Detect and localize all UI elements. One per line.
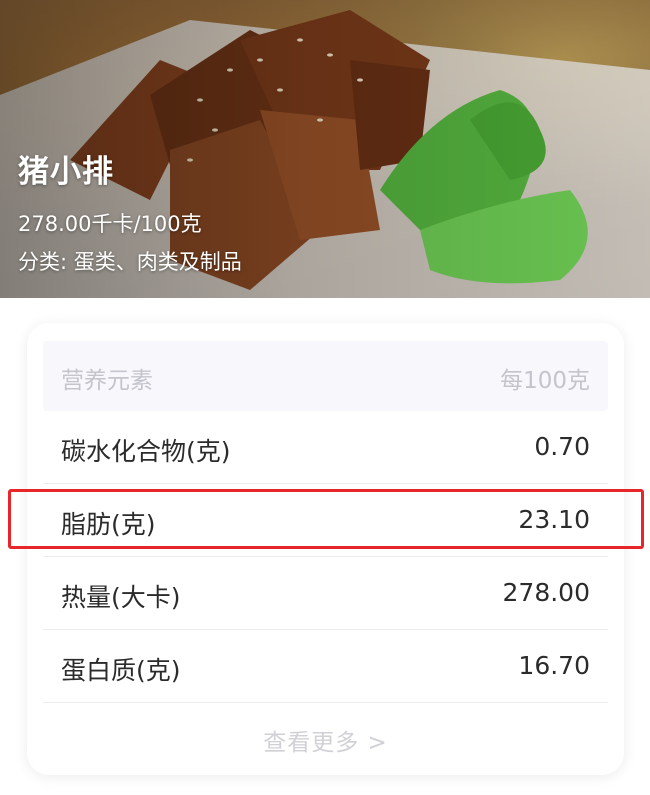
nutrient-value: 23.10 xyxy=(518,505,590,534)
nutrient-value: 278.00 xyxy=(502,578,590,607)
nutrient-label: 脂肪(克) xyxy=(61,510,156,539)
nutrient-label: 碳水化合物(克) xyxy=(61,437,231,466)
nutrient-row-protein: 蛋白质(克) 16.70 xyxy=(43,630,608,703)
header-per-100g-label: 每100克 xyxy=(500,368,590,394)
nutrient-row-fat: 脂肪(克) 23.10 xyxy=(43,484,608,557)
header-nutrient-label: 营养元素 xyxy=(61,368,153,394)
nutrition-table-rows: 碳水化合物(克) 0.70 脂肪(克) 23.10 热量(大卡) 278.00 … xyxy=(43,411,608,703)
nutrition-table-header: 营养元素 每100克 xyxy=(43,341,608,411)
food-hero-banner: 猪小排 278.00千卡/100克 分类: 蛋类、肉类及制品 xyxy=(0,0,650,298)
food-category: 分类: 蛋类、肉类及制品 xyxy=(18,250,242,274)
nutrient-row-carbohydrate: 碳水化合物(克) 0.70 xyxy=(43,411,608,484)
nutrition-card: 营养元素 每100克 碳水化合物(克) 0.70 脂肪(克) 23.10 热量(… xyxy=(27,323,624,775)
nutrient-value: 0.70 xyxy=(534,432,590,461)
nutrient-row-energy: 热量(大卡) 278.00 xyxy=(43,557,608,630)
nutrient-label: 热量(大卡) xyxy=(61,583,181,612)
nutrient-label: 蛋白质(克) xyxy=(61,656,181,685)
nutrient-value: 16.70 xyxy=(518,651,590,680)
view-more-link[interactable]: 查看更多 > xyxy=(27,723,624,757)
food-energy: 278.00千卡/100克 xyxy=(18,212,202,236)
food-name: 猪小排 xyxy=(18,154,114,190)
